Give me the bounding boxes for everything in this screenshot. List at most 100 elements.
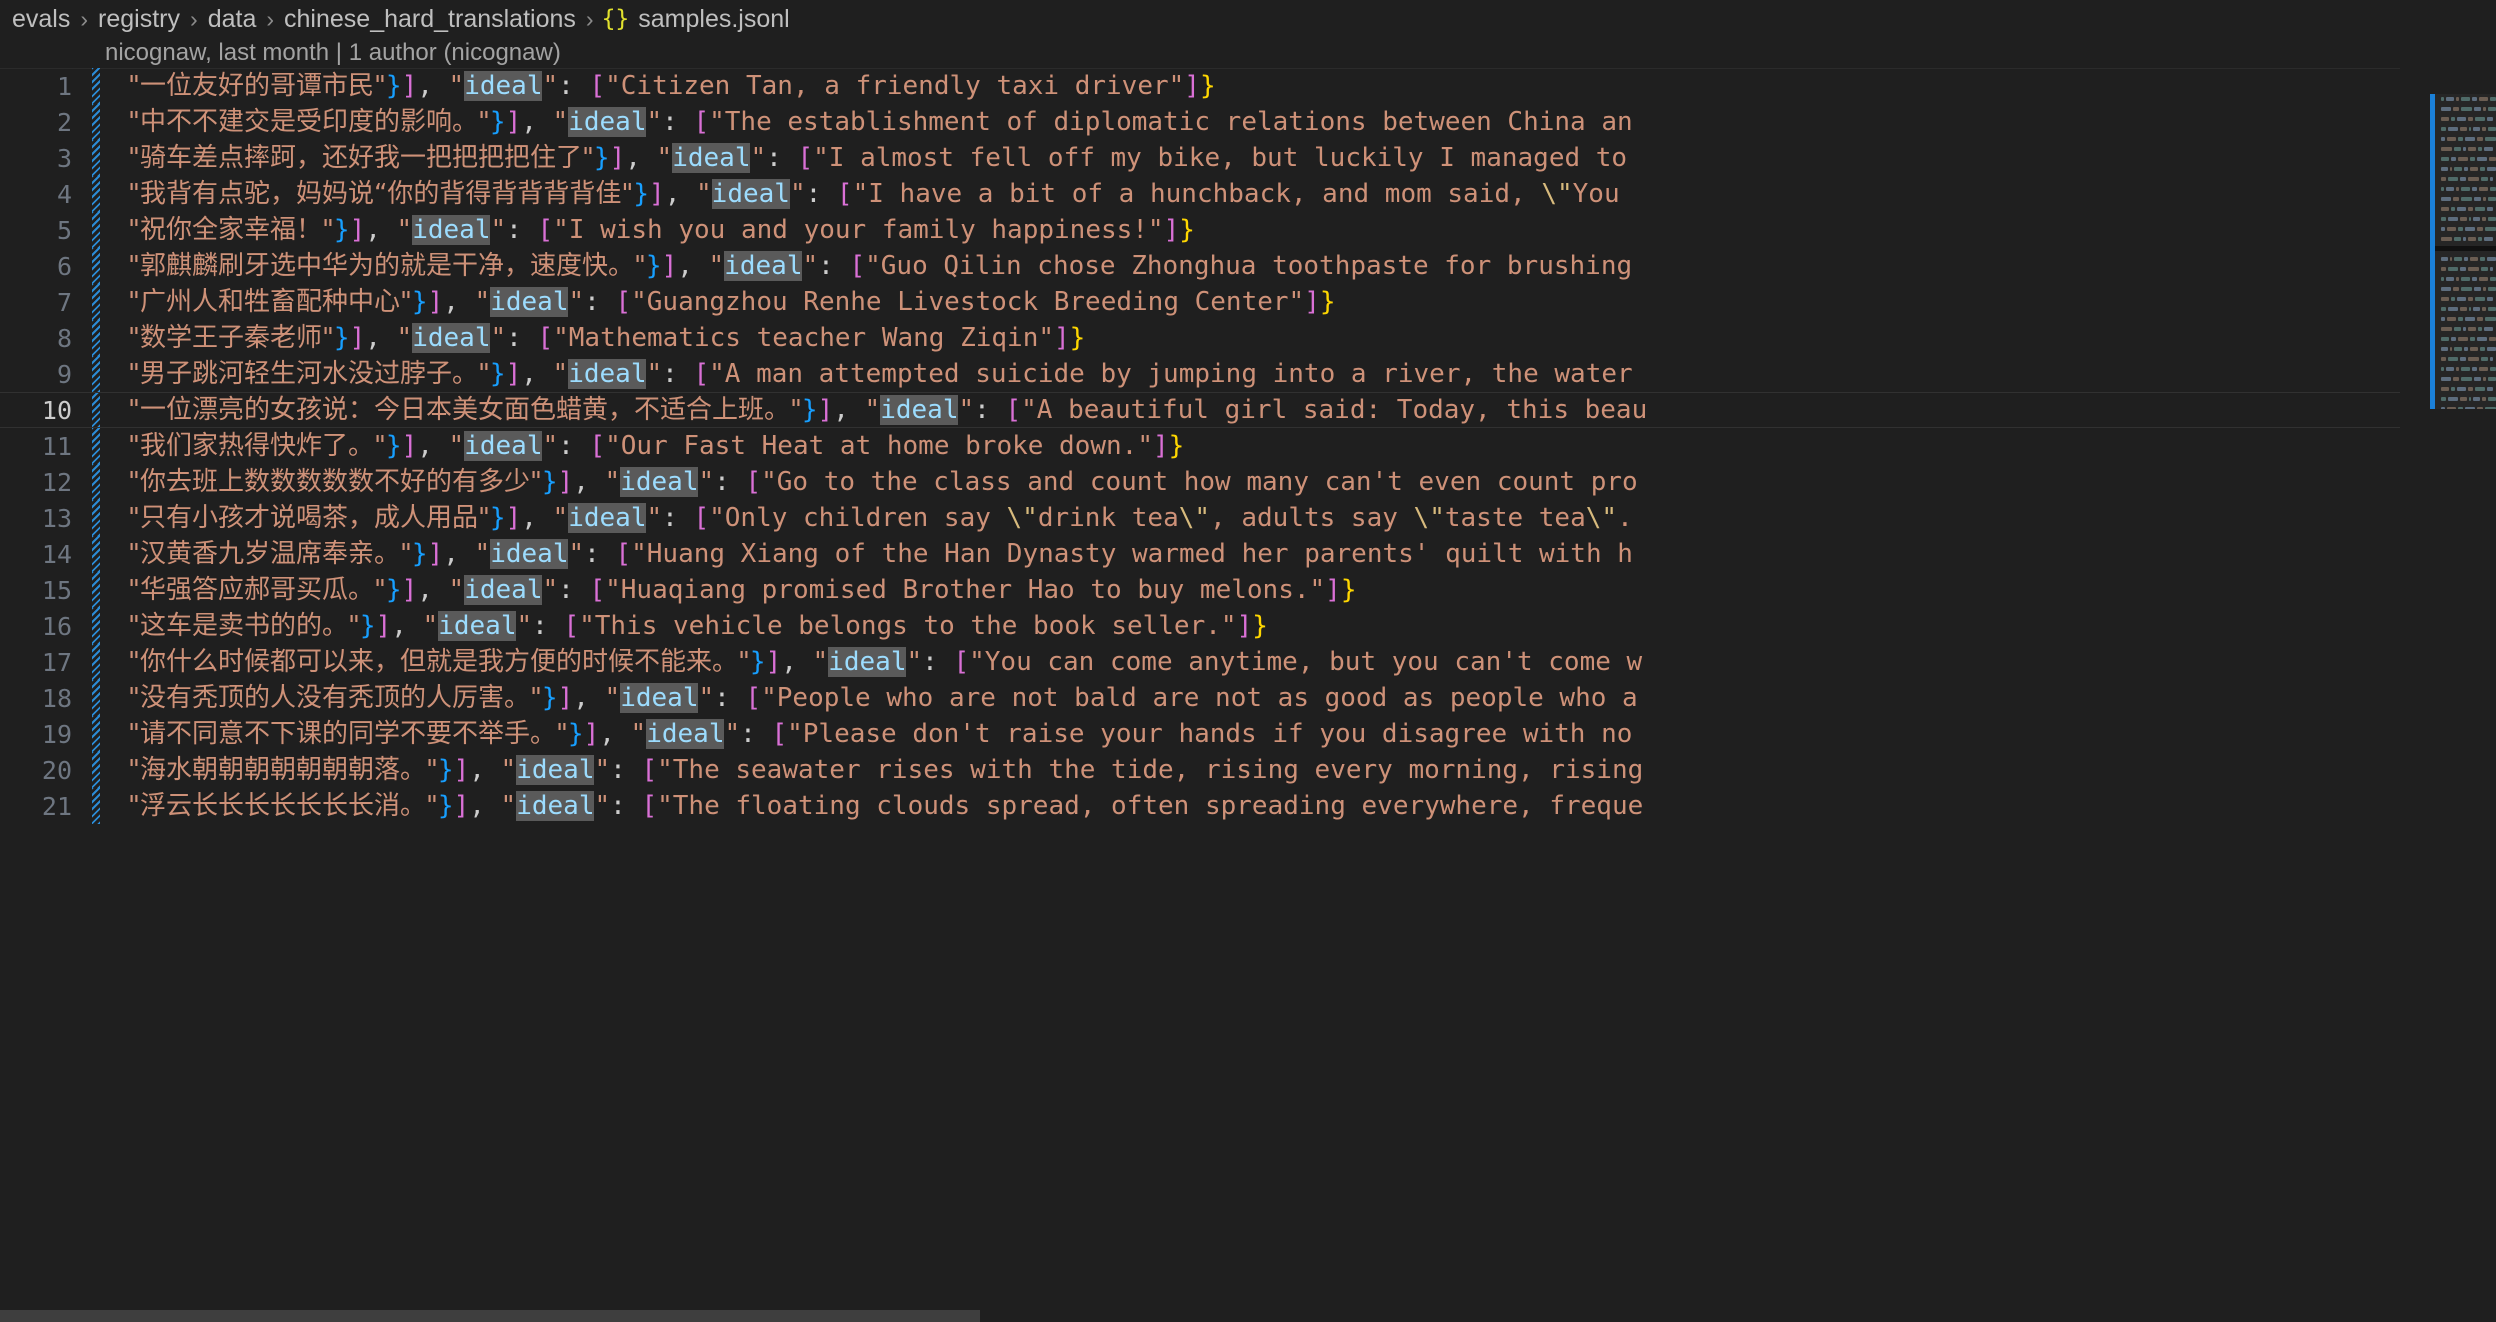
git-added-gutter-marker bbox=[92, 608, 100, 644]
line-number: 2 bbox=[56, 107, 72, 137]
line-number: 21 bbox=[41, 791, 72, 821]
code-line[interactable]: 8 "数学王子秦老师"}], "ideal": ["Mathematics tea… bbox=[0, 320, 2496, 356]
breadcrumb-item-samples-jsonl[interactable]: samples.jsonl bbox=[636, 5, 791, 34]
code-line[interactable]: 16 "这车是卖书的的。"}], "ideal": ["This vehicle … bbox=[0, 608, 2496, 644]
minimap-line bbox=[2440, 404, 2496, 409]
git-added-gutter-marker bbox=[92, 464, 100, 500]
code-line[interactable]: 6 "郭麒麟刷牙选中华为的就是干净，速度快。"}], "ideal": ["Guo… bbox=[0, 248, 2496, 284]
git-added-gutter-marker bbox=[92, 644, 100, 680]
code-line-text: "只有小孩才说喝茶，成人用品"}], "ideal": ["Only child… bbox=[128, 503, 1633, 533]
git-added-gutter-marker bbox=[92, 428, 100, 464]
minimap-line bbox=[2440, 164, 2496, 174]
minimap-line bbox=[2440, 134, 2496, 144]
horizontal-scrollbar-thumb[interactable] bbox=[0, 1310, 980, 1322]
code-line-text: "男子跳河轻生河水没过脖子。"}], "ideal": ["A man atte… bbox=[128, 359, 1633, 389]
minimap-line bbox=[2440, 384, 2496, 394]
code-line-text: "广州人和牲畜配种中心"}], "ideal": ["Guangzhou Ren… bbox=[128, 287, 1336, 317]
minimap-cursor-line bbox=[2435, 246, 2496, 251]
breadcrumb-item-data[interactable]: data bbox=[206, 5, 259, 34]
code-line[interactable]: 21 "浮云长长长长长长长消。"}], "ideal": ["The floati… bbox=[0, 788, 2496, 824]
minimap-line bbox=[2440, 324, 2496, 334]
breadcrumb-item-evals[interactable]: evals bbox=[10, 5, 72, 34]
code-line[interactable]: 15 "华强答应郝哥买瓜。"}], "ideal": ["Huaqiang pro… bbox=[0, 572, 2496, 608]
code-line-text: "一位漂亮的女孩说：今日本美女面色蜡黄，不适合上班。"}], "ideal": … bbox=[128, 395, 1648, 425]
code-line[interactable]: 18 "没有秃顶的人没有秃顶的人厉害。"}], "ideal": ["People… bbox=[0, 680, 2496, 716]
git-added-gutter-marker bbox=[92, 140, 100, 176]
line-number: 14 bbox=[41, 539, 72, 569]
git-added-gutter-marker bbox=[92, 320, 100, 356]
code-line[interactable]: 1 "一位友好的哥谭市民"}], "ideal": ["Citizen Tan, … bbox=[0, 68, 2496, 104]
breadcrumb-separator-icon: › bbox=[585, 5, 594, 32]
line-number: 5 bbox=[56, 215, 72, 245]
code-line[interactable]: 11 "我们家热得快炸了。"}], "ideal": ["Our Fast Hea… bbox=[0, 428, 2496, 464]
git-added-gutter-marker bbox=[92, 284, 100, 320]
horizontal-scrollbar[interactable] bbox=[0, 1310, 2496, 1322]
minimap-line bbox=[2440, 304, 2496, 314]
code-line-text: "骑车差点摔跒，还好我一把把把把住了"}], "ideal": ["I almo… bbox=[128, 143, 1628, 173]
minimap-line bbox=[2440, 264, 2496, 274]
git-added-gutter-marker bbox=[92, 572, 100, 608]
minimap-line bbox=[2440, 124, 2496, 134]
minimap-git-change-indicator bbox=[2430, 94, 2435, 409]
code-line[interactable]: 5 "祝你全家幸福！"}], "ideal": ["I wish you and … bbox=[0, 212, 2496, 248]
minimap-line bbox=[2440, 254, 2496, 264]
breadcrumb-separator-icon: › bbox=[190, 5, 198, 32]
git-added-gutter-marker bbox=[92, 716, 100, 752]
line-number: 13 bbox=[41, 503, 72, 533]
code-line[interactable]: 14 "汉黄香九岁温席奉亲。"}], "ideal": ["Huang Xiang… bbox=[0, 536, 2496, 572]
line-number: 7 bbox=[56, 287, 72, 317]
code-line[interactable]: 4 "我背有点驼，妈妈说“你的背得背背背背佳"}], "ideal": ["I h… bbox=[0, 176, 2496, 212]
minimap-line bbox=[2440, 174, 2496, 184]
code-line-text: "这车是卖书的的。"}], "ideal": ["This vehicle be… bbox=[128, 611, 1268, 641]
code-line[interactable]: 13 "只有小孩才说喝茶，成人用品"}], "ideal": ["Only chi… bbox=[0, 500, 2496, 536]
code-line[interactable]: 7 "广州人和牲畜配种中心"}], "ideal": ["Guangzhou Re… bbox=[0, 284, 2496, 320]
code-line-text: "请不同意不下课的同学不要不举手。"}], "ideal": ["Please … bbox=[128, 719, 1633, 749]
git-added-gutter-marker bbox=[92, 680, 100, 716]
code-line-text: "我们家热得快炸了。"}], "ideal": ["Our Fast Heat … bbox=[128, 431, 1185, 461]
minimap-line bbox=[2440, 184, 2496, 194]
minimap-line bbox=[2440, 344, 2496, 354]
minimap-line bbox=[2440, 114, 2496, 124]
git-blame-row[interactable]: nicognaw, last month | 1 author (nicogna… bbox=[0, 38, 2496, 68]
git-added-gutter-marker bbox=[92, 356, 100, 392]
line-number: 3 bbox=[56, 143, 72, 173]
breadcrumb[interactable]: evals › registry › data › chinese_hard_t… bbox=[0, 0, 2496, 38]
code-line-text: "数学王子秦老师"}], "ideal": ["Mathematics teac… bbox=[128, 323, 1086, 353]
minimap-line bbox=[2440, 234, 2496, 244]
breadcrumb-item-chinese-hard-translations[interactable]: chinese_hard_translations bbox=[282, 5, 578, 34]
git-added-gutter-marker bbox=[92, 68, 100, 104]
code-line[interactable]: 19 "请不同意不下课的同学不要不举手。"}], "ideal": ["Pleas… bbox=[0, 716, 2496, 752]
line-number: 8 bbox=[56, 323, 72, 353]
minimap-line bbox=[2440, 224, 2496, 234]
json-file-icon: {} bbox=[601, 6, 630, 32]
line-number: 10 bbox=[41, 395, 72, 425]
code-line-text: "没有秃顶的人没有秃顶的人厉害。"}], "ideal": ["People w… bbox=[128, 683, 1638, 713]
git-added-gutter-marker bbox=[92, 176, 100, 212]
breadcrumb-separator-icon: › bbox=[80, 5, 89, 32]
minimap[interactable] bbox=[2400, 68, 2496, 436]
breadcrumb-item-registry[interactable]: registry bbox=[96, 5, 182, 34]
code-line[interactable]: 12 "你去班上数数数数数不好的有多少"}], "ideal": ["Go to … bbox=[0, 464, 2496, 500]
code-line[interactable]: 2 "中不不建交是受印度的影响。"}], "ideal": ["The estab… bbox=[0, 104, 2496, 140]
code-lines-container[interactable]: 1 "一位友好的哥谭市民"}], "ideal": ["Citizen Tan, … bbox=[0, 68, 2496, 824]
minimap-line bbox=[2440, 154, 2496, 164]
breadcrumb-separator-icon: › bbox=[266, 5, 275, 32]
line-number: 1 bbox=[56, 71, 72, 101]
code-line[interactable]: 9 "男子跳河轻生河水没过脖子。"}], "ideal": ["A man att… bbox=[0, 356, 2496, 392]
minimap-line bbox=[2440, 204, 2496, 214]
minimap-line bbox=[2440, 274, 2496, 284]
code-editor[interactable]: 1 "一位友好的哥谭市民"}], "ideal": ["Citizen Tan, … bbox=[0, 68, 2496, 1322]
line-number: 15 bbox=[41, 575, 72, 605]
git-blame-text: nicognaw, last month | 1 author (nicogna… bbox=[105, 39, 561, 66]
code-line-text: "中不不建交是受印度的影响。"}], "ideal": ["The establ… bbox=[128, 107, 1633, 137]
code-line[interactable]: 17 "你什么时候都可以来，但就是我方便的时候不能来。"}], "ideal": … bbox=[0, 644, 2496, 680]
minimap-line bbox=[2440, 374, 2496, 384]
minimap-line bbox=[2440, 394, 2496, 404]
code-line-text: "一位友好的哥谭市民"}], "ideal": ["Citizen Tan, a… bbox=[128, 71, 1216, 101]
code-line[interactable]: 3 "骑车差点摔跒，还好我一把把把把住了"}], "ideal": ["I alm… bbox=[0, 140, 2496, 176]
code-line[interactable]: 20 "海水朝朝朝朝朝朝朝落。"}], "ideal": ["The seawat… bbox=[0, 752, 2496, 788]
minimap-content bbox=[2440, 94, 2496, 409]
git-added-gutter-marker bbox=[92, 248, 100, 284]
code-line-text: "你去班上数数数数数不好的有多少"}], "ideal": ["Go to th… bbox=[128, 467, 1638, 497]
code-line[interactable]: 10 "一位漂亮的女孩说：今日本美女面色蜡黄，不适合上班。"}], "ideal"… bbox=[0, 392, 2496, 428]
